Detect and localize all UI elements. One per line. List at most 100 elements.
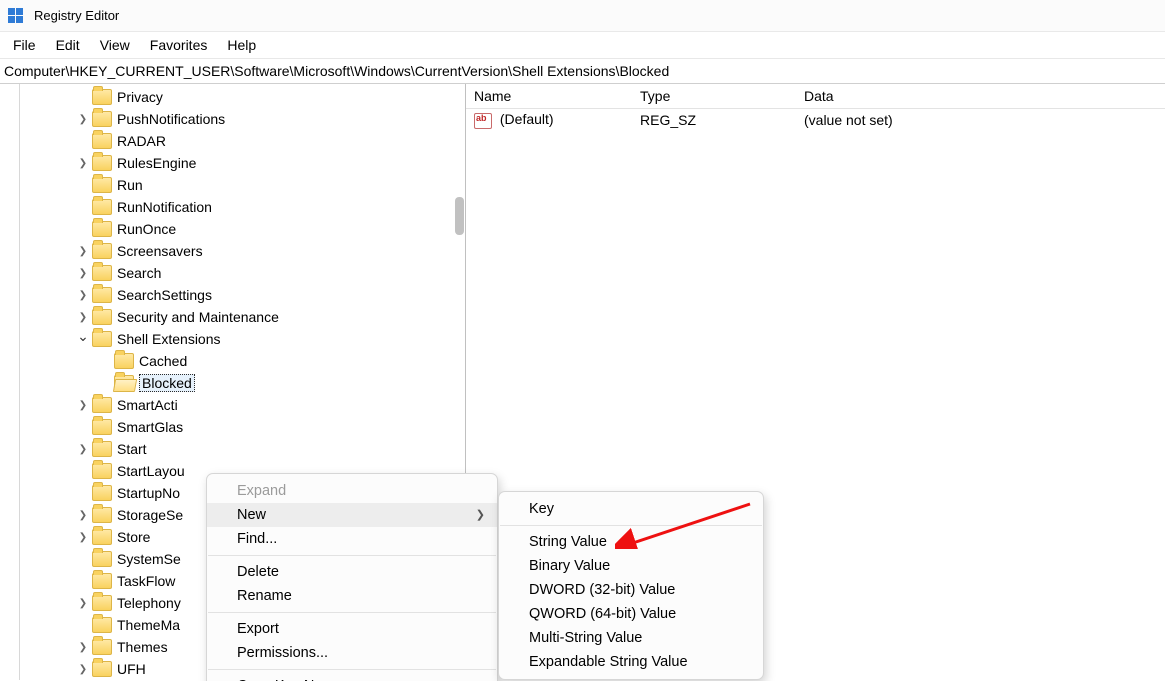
ctx-new[interactable]: New ❯ [207, 503, 497, 527]
chevron-right-icon: ❯ [476, 508, 485, 521]
ctx-permissions[interactable]: Permissions... [207, 641, 497, 665]
chevron-right-icon[interactable]: ❯ [77, 246, 89, 257]
tree-scrollbar-thumb[interactable] [455, 197, 464, 235]
sub-expandable-string-value[interactable]: Expandable String Value [499, 650, 763, 674]
chevron-right-icon[interactable]: ❯ [77, 510, 89, 521]
tree-item-label: RunNotification [117, 199, 212, 215]
folder-icon [114, 375, 134, 391]
tree-item-label: Themes [117, 639, 168, 655]
chevron-right-icon[interactable]: ❯ [77, 114, 89, 125]
folder-icon [92, 661, 112, 677]
tree-item[interactable]: ❯Privacy [11, 86, 465, 108]
menu-favorites[interactable]: Favorites [140, 34, 218, 56]
context-menu: Expand New ❯ Find... Delete Rename Expor… [206, 473, 498, 681]
chevron-right-icon[interactable]: ❯ [77, 598, 89, 609]
tree-item[interactable]: ❯SmartGlas [11, 416, 465, 438]
chevron-right-icon[interactable]: ❯ [77, 444, 89, 455]
folder-icon [92, 419, 112, 435]
tree-item-label: SearchSettings [117, 287, 212, 303]
chevron-right-icon[interactable]: ❯ [77, 312, 89, 323]
value-name-cell: (Default) [466, 111, 632, 128]
menu-help[interactable]: Help [217, 34, 266, 56]
ctx-delete[interactable]: Delete [207, 560, 497, 584]
tree-item-label: Blocked [139, 374, 195, 392]
header-data[interactable]: Data [796, 88, 1165, 104]
folder-icon [92, 111, 112, 127]
sub-string-value[interactable]: String Value [499, 530, 763, 554]
tree-item[interactable]: ❯Screensavers [11, 240, 465, 262]
tree-item[interactable]: ⌄ Shell Extensions [11, 328, 465, 350]
tree-item-label: Run [117, 177, 143, 193]
ctx-find[interactable]: Find... [207, 527, 497, 551]
folder-icon [92, 89, 112, 105]
tree-item-label: Shell Extensions [117, 331, 221, 347]
tree-item-label: ThemeMa [117, 617, 180, 633]
folder-icon [92, 595, 112, 611]
tree-item-label: Cached [139, 353, 187, 369]
tree-item-label: StorageSe [117, 507, 183, 523]
sub-binary-value[interactable]: Binary Value [499, 554, 763, 578]
tree-item-label: StartLayou [117, 463, 185, 479]
ctx-copy-key-name[interactable]: Copy Key Name [207, 674, 497, 681]
folder-icon [92, 573, 112, 589]
folder-icon [92, 331, 112, 347]
ctx-new-label: New [237, 507, 266, 523]
menu-edit[interactable]: Edit [46, 34, 90, 56]
sub-dword-value[interactable]: DWORD (32-bit) Value [499, 578, 763, 602]
value-name: (Default) [500, 111, 554, 127]
menu-bar: File Edit View Favorites Help [0, 32, 1165, 59]
folder-icon [92, 177, 112, 193]
header-type[interactable]: Type [632, 88, 796, 104]
chevron-right-icon[interactable]: ❯ [77, 158, 89, 169]
tree-item[interactable]: ❯ SmartActi [11, 394, 465, 416]
tree-item[interactable]: ❯RADAR [11, 130, 465, 152]
main-area: ❯Privacy❯PushNotifications❯RADAR❯RulesEn… [0, 84, 1165, 681]
sub-multistring-value[interactable]: Multi-String Value [499, 626, 763, 650]
ctx-separator [208, 555, 496, 556]
tree-item-label: PushNotifications [117, 111, 225, 127]
tree-item[interactable]: ❯ RulesEngine [11, 152, 465, 174]
tree-item[interactable]: ❯Cached [11, 350, 465, 372]
values-header: Name Type Data [466, 84, 1165, 109]
window-title: Registry Editor [34, 8, 119, 23]
folder-icon [114, 353, 134, 369]
tree-item-label: Start [117, 441, 147, 457]
tree-item-label: SmartActi [117, 397, 178, 413]
tree-item[interactable]: ❯Run [11, 174, 465, 196]
folder-icon [92, 287, 112, 303]
chevron-right-icon[interactable]: ❯ [77, 532, 89, 543]
tree-item-label: RulesEngine [117, 155, 196, 171]
tree-item[interactable]: ❯RunNotification [11, 196, 465, 218]
tree-item-label: Store [117, 529, 150, 545]
tree-item[interactable]: ❯Security and Maintenance [11, 306, 465, 328]
address-bar[interactable]: Computer\HKEY_CURRENT_USER\Software\Micr… [0, 59, 1165, 84]
tree-item-label: SystemSe [117, 551, 181, 567]
ctx-export[interactable]: Export [207, 617, 497, 641]
header-name[interactable]: Name [466, 88, 632, 104]
value-data: (value not set) [796, 112, 1165, 128]
tree-item-label: StartupNo [117, 485, 180, 501]
chevron-right-icon[interactable]: ❯ [77, 642, 89, 653]
tree-item[interactable]: ❯RunOnce [11, 218, 465, 240]
chevron-down-icon[interactable]: ⌄ [77, 328, 89, 345]
chevron-right-icon[interactable]: ❯ [77, 664, 89, 675]
regedit-icon [8, 8, 24, 24]
tree-item[interactable]: ❯ PushNotifications [11, 108, 465, 130]
tree-item[interactable]: ❯ SearchSettings [11, 284, 465, 306]
value-row[interactable]: (Default) REG_SZ (value not set) [466, 109, 1165, 131]
tree-item-label: SmartGlas [117, 419, 183, 435]
chevron-right-icon[interactable]: ❯ [77, 268, 89, 279]
ctx-rename[interactable]: Rename [207, 584, 497, 608]
ctx-separator [208, 612, 496, 613]
chevron-right-icon[interactable]: ❯ [77, 290, 89, 301]
folder-icon [92, 617, 112, 633]
sub-key[interactable]: Key [499, 497, 763, 521]
tree-item[interactable]: ❯Blocked [11, 372, 465, 394]
menu-file[interactable]: File [3, 34, 46, 56]
tree-item-label: Privacy [117, 89, 163, 105]
chevron-right-icon[interactable]: ❯ [77, 400, 89, 411]
sub-qword-value[interactable]: QWORD (64-bit) Value [499, 602, 763, 626]
menu-view[interactable]: View [90, 34, 140, 56]
tree-item[interactable]: ❯Search [11, 262, 465, 284]
tree-item[interactable]: ❯ Start [11, 438, 465, 460]
